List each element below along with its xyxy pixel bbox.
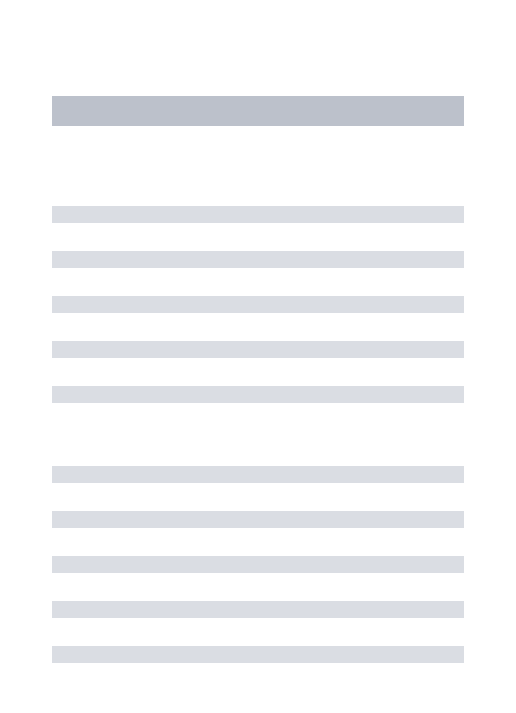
skeleton-line <box>52 511 464 528</box>
skeleton-line <box>52 556 464 573</box>
skeleton-line <box>52 386 464 403</box>
skeleton-line <box>52 251 464 268</box>
skeleton-line <box>52 206 464 223</box>
skeleton-line <box>52 466 464 483</box>
skeleton-line <box>52 296 464 313</box>
skeleton-group-1 <box>52 206 464 403</box>
section-gap <box>52 431 464 466</box>
skeleton-group-2 <box>52 466 464 663</box>
skeleton-heading <box>52 96 464 126</box>
skeleton-line <box>52 601 464 618</box>
skeleton-line <box>52 341 464 358</box>
skeleton-line <box>52 646 464 663</box>
